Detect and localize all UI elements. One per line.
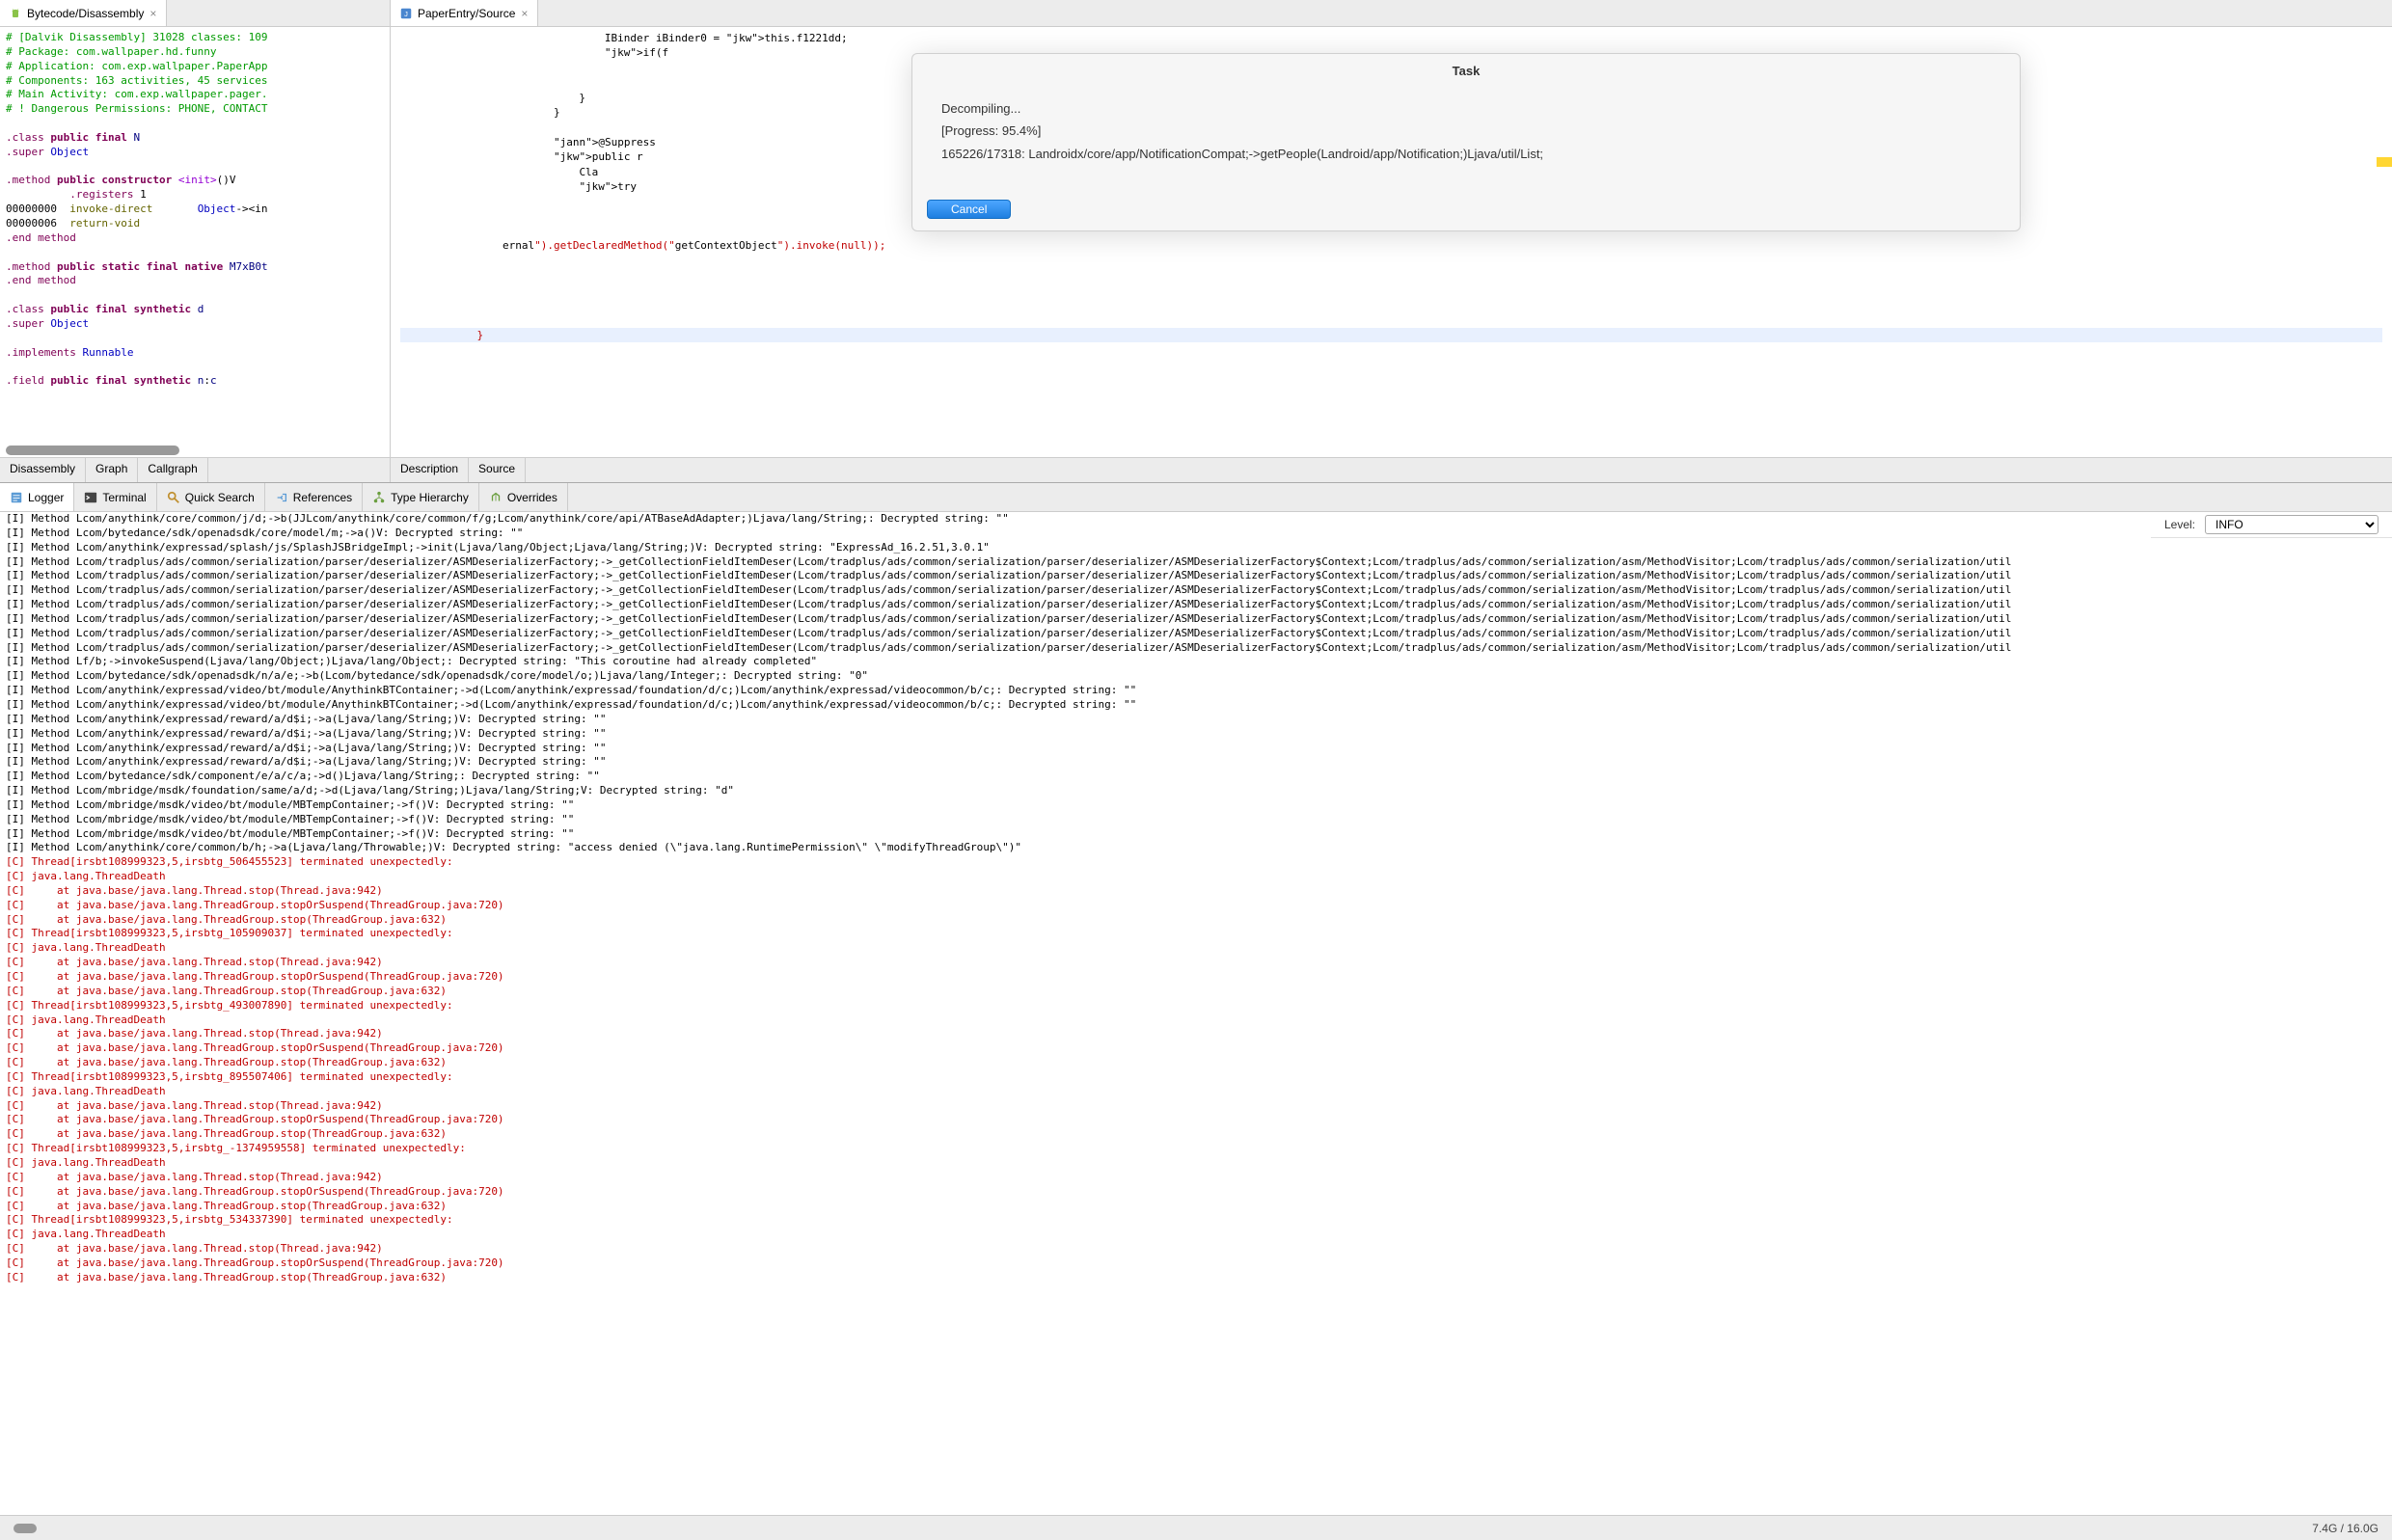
logger-panel: Logger Terminal Quick Search References … <box>0 482 2392 1515</box>
tab-logger[interactable]: Logger <box>0 483 74 511</box>
tab-label: Type Hierarchy <box>391 491 469 504</box>
subtab-disassembly[interactable]: Disassembly <box>0 458 86 482</box>
overrides-icon <box>489 491 503 504</box>
dialog-footer: Cancel <box>912 194 2020 230</box>
tab-label: Bytecode/Disassembly <box>27 7 144 20</box>
svg-text:J: J <box>404 10 408 18</box>
task-dialog: Task Decompiling... [Progress: 95.4%] 16… <box>911 53 2021 231</box>
subtab-callgraph[interactable]: Callgraph <box>138 458 207 482</box>
tab-source[interactable]: J PaperEntry/Source × <box>391 0 538 26</box>
disassembly-code[interactable]: # [Dalvik Disassembly] 31028 classes: 10… <box>0 27 390 444</box>
left-tab-bar: Bytecode/Disassembly × <box>0 0 390 27</box>
search-icon <box>167 491 180 504</box>
tab-bytecode[interactable]: Bytecode/Disassembly × <box>0 0 167 26</box>
right-tab-bar: J PaperEntry/Source × <box>391 0 2392 27</box>
gutter-marker[interactable] <box>2377 157 2392 167</box>
dialog-body: Decompiling... [Progress: 95.4%] 165226/… <box>912 88 2020 194</box>
status-bar: 7.4G / 16.0G <box>0 1515 2392 1540</box>
tab-overrides[interactable]: Overrides <box>479 483 568 511</box>
log-output[interactable]: [I] Method Lcom/anythink/core/common/j/d… <box>0 512 2392 1285</box>
editor-split: Bytecode/Disassembly × # [Dalvik Disasse… <box>0 0 2392 482</box>
hierarchy-icon <box>372 491 386 504</box>
cancel-button[interactable]: Cancel <box>927 200 1011 219</box>
horizontal-scrollbar[interactable] <box>6 446 179 455</box>
task-status: Decompiling... <box>941 97 1991 120</box>
tab-label: Terminal <box>102 491 146 504</box>
tab-label: PaperEntry/Source <box>418 7 515 20</box>
disassembly-pane: Bytecode/Disassembly × # [Dalvik Disasse… <box>0 0 391 482</box>
tab-type-hierarchy[interactable]: Type Hierarchy <box>363 483 479 511</box>
tab-quick-search[interactable]: Quick Search <box>157 483 265 511</box>
refs-icon <box>275 491 288 504</box>
left-bottom-tabs: Disassembly Graph Callgraph <box>0 457 390 482</box>
task-progress: [Progress: 95.4%] <box>941 120 1991 142</box>
logger-tabs: Logger Terminal Quick Search References … <box>0 483 2392 512</box>
task-detail: 165226/17318: Landroidx/core/app/Notific… <box>941 143 1991 165</box>
tab-label: Quick Search <box>185 491 255 504</box>
right-bottom-tabs: Description Source <box>391 457 2392 482</box>
close-icon[interactable]: × <box>150 7 156 20</box>
subtab-source[interactable]: Source <box>469 458 526 482</box>
log-icon <box>10 491 23 504</box>
subtab-graph[interactable]: Graph <box>86 458 138 482</box>
tab-label: Logger <box>28 491 64 504</box>
memory-usage: 7.4G / 16.0G <box>2312 1522 2378 1535</box>
java-file-icon: J <box>400 8 412 19</box>
tab-terminal[interactable]: Terminal <box>74 483 156 511</box>
tab-label: References <box>293 491 352 504</box>
logger-controls: Level: INFO <box>2151 512 2392 538</box>
tab-label: Overrides <box>507 491 557 504</box>
close-icon[interactable]: × <box>521 7 528 20</box>
android-icon <box>10 8 21 19</box>
subtab-description[interactable]: Description <box>391 458 469 482</box>
level-label: Level: <box>2164 518 2195 531</box>
dialog-title: Task <box>912 54 2020 88</box>
tab-references[interactable]: References <box>265 483 363 511</box>
level-select[interactable]: INFO <box>2205 515 2378 534</box>
logger-body: Level: INFO [I] Method Lcom/anythink/cor… <box>0 512 2392 1515</box>
terminal-icon <box>84 491 97 504</box>
status-indicator <box>14 1524 37 1533</box>
source-pane: J PaperEntry/Source × IBinder iBinder0 =… <box>391 0 2392 482</box>
